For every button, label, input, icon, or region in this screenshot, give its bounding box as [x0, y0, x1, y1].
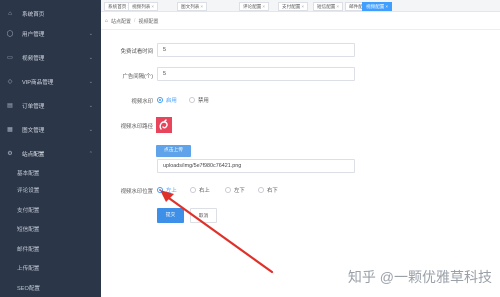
- tab-bar: 系统首页× 视频列表× 图文列表× 评论配置× 支付配置× 短信配置× 邮件配置…: [101, 0, 500, 12]
- tab-payment-config[interactable]: 支付配置 ×: [278, 2, 309, 11]
- tab-label: 图文列表: [181, 4, 200, 9]
- tab-label: 短信配置: [317, 4, 336, 9]
- sidebar-subitem-label: SEO配置: [17, 286, 41, 292]
- watermark-path-input[interactable]: uploads/img/5e7f980c76421.png: [157, 159, 355, 173]
- sidebar-subitem-label: 评论设置: [17, 188, 40, 194]
- home-icon: ⌂: [8, 11, 12, 17]
- sidebar-subitem-sms[interactable]: 短信配置: [0, 220, 101, 238]
- radio-dot: [157, 97, 163, 103]
- close-icon[interactable]: ×: [385, 3, 388, 10]
- annotation-arrow-icon: [160, 190, 274, 274]
- watermark-disable-radio[interactable]: 禁用: [189, 96, 209, 104]
- sidebar-subitem-label: 短信配置: [17, 227, 40, 233]
- source-watermark-text: 知乎 @一颗优雅草科技: [347, 269, 492, 285]
- breadcrumb-separator: /: [134, 18, 136, 24]
- tab-video-config[interactable]: 视频配置 ×: [362, 2, 393, 11]
- sidebar-subitem-seo[interactable]: SEO配置: [0, 279, 101, 297]
- chevron-down-icon: ⌄: [88, 103, 93, 109]
- ad-interval-input[interactable]: 5: [157, 67, 355, 81]
- tab-label: 视频列表: [132, 4, 151, 9]
- sidebar-subitem-email[interactable]: 邮件配置: [0, 240, 101, 258]
- sidebar-subitem-label: 上传配置: [17, 266, 40, 272]
- close-icon[interactable]: ×: [151, 3, 154, 10]
- radio-label: 禁用: [198, 98, 209, 104]
- sidebar-item-home[interactable]: ⌂ 系统首页: [0, 5, 101, 23]
- sidebar-subitem-comments[interactable]: 评论设置: [0, 181, 101, 199]
- tab-video-list[interactable]: 视频列表 ×: [128, 2, 159, 11]
- breadcrumb-current: 视频配置: [138, 18, 159, 25]
- sidebar-item-label: 站点配置: [22, 152, 45, 158]
- watermark-label: 视频水印: [131, 99, 153, 105]
- tab-label: 评论配置: [243, 4, 262, 9]
- vip-icon: ◇: [7, 79, 13, 85]
- watermark-enable-radio[interactable]: 启用: [157, 96, 177, 104]
- sidebar-subitem-basic[interactable]: 基本配置: [0, 164, 101, 182]
- sidebar-item-label: VIP商品管理: [22, 80, 54, 86]
- sidebar-item-label: 系统首页: [22, 12, 45, 18]
- sidebar-item-label: 视频管理: [22, 56, 45, 62]
- sidebar-subitem-label: 基本配置: [17, 171, 40, 177]
- tab-label: 视频配置: [366, 4, 385, 9]
- chevron-up-icon: ⌃: [88, 151, 93, 157]
- video-icon: ▭: [7, 55, 13, 61]
- breadcrumb: ⌂ 站点配置 / 视频配置: [105, 17, 158, 25]
- trial-time-label: 免费试看时间: [120, 49, 153, 55]
- watermark-path-label: 视频水印路径: [120, 124, 153, 130]
- sidebar-item-label: 图文管理: [22, 128, 45, 134]
- tab-sms-config[interactable]: 短信配置 ×: [313, 2, 344, 11]
- sidebar-item-site-config[interactable]: ⚙ 站点配置 ⌃: [0, 145, 101, 163]
- chevron-down-icon: ⌄: [88, 127, 93, 133]
- close-icon[interactable]: ×: [301, 3, 304, 10]
- sidebar-subitem-payment[interactable]: 支付配置: [0, 201, 101, 219]
- tab-article-list[interactable]: 图文列表 ×: [177, 2, 208, 11]
- radio-dot: [189, 97, 195, 103]
- sidebar-subitem-label: 邮件配置: [17, 247, 40, 253]
- close-icon[interactable]: ×: [262, 3, 265, 10]
- ad-interval-label: 广告间隔(个): [122, 74, 153, 80]
- sidebar-item-label: 用户管理: [22, 32, 45, 38]
- watermark-logo-icon: [156, 117, 172, 133]
- sidebar: ⌂ 系统首页 ◯ 用户管理 ⌄ ▭ 视频管理 ⌄ ◇ VIP商品管理 ⌄ ▤ 订…: [0, 0, 101, 297]
- sidebar-item-users[interactable]: ◯ 用户管理 ⌄: [0, 25, 101, 43]
- sidebar-subitem-label: 支付配置: [17, 208, 40, 214]
- chevron-down-icon: ⌄: [88, 79, 93, 85]
- divider: [101, 29, 500, 30]
- home-icon: ⌂: [105, 18, 109, 24]
- sidebar-item-articles[interactable]: ▦ 图文管理 ⌄: [0, 121, 101, 139]
- tab-label: 系统首页: [108, 4, 127, 9]
- close-icon[interactable]: ×: [200, 3, 203, 10]
- watermark-position-label: 视频水印位置: [120, 189, 153, 195]
- user-icon: ◯: [6, 31, 14, 37]
- sidebar-item-vip[interactable]: ◇ VIP商品管理 ⌄: [0, 73, 101, 91]
- breadcrumb-item[interactable]: 站点配置: [111, 18, 131, 25]
- tab-label: 支付配置: [282, 4, 301, 9]
- sidebar-item-videos[interactable]: ▭ 视频管理 ⌄: [0, 49, 101, 67]
- chevron-down-icon: ⌄: [88, 55, 93, 61]
- order-icon: ▤: [7, 103, 13, 109]
- upload-button[interactable]: 点击上传: [156, 145, 191, 157]
- sidebar-item-orders[interactable]: ▤ 订单管理 ⌄: [0, 97, 101, 115]
- radio-label: 启用: [166, 98, 177, 104]
- close-icon[interactable]: ×: [336, 3, 339, 10]
- source-watermark: 知乎 @一颗优雅草科技: [348, 267, 492, 287]
- trial-time-input[interactable]: 5: [157, 43, 355, 57]
- article-icon: ▦: [7, 127, 13, 133]
- watermark-preview-image: [156, 117, 172, 133]
- sidebar-subitem-upload[interactable]: 上传配置: [0, 259, 101, 277]
- chevron-down-icon: ⌄: [88, 31, 93, 37]
- sidebar-item-label: 订单管理: [22, 104, 45, 110]
- settings-icon: ⚙: [7, 151, 13, 157]
- tab-comment-config[interactable]: 评论配置 ×: [239, 2, 270, 11]
